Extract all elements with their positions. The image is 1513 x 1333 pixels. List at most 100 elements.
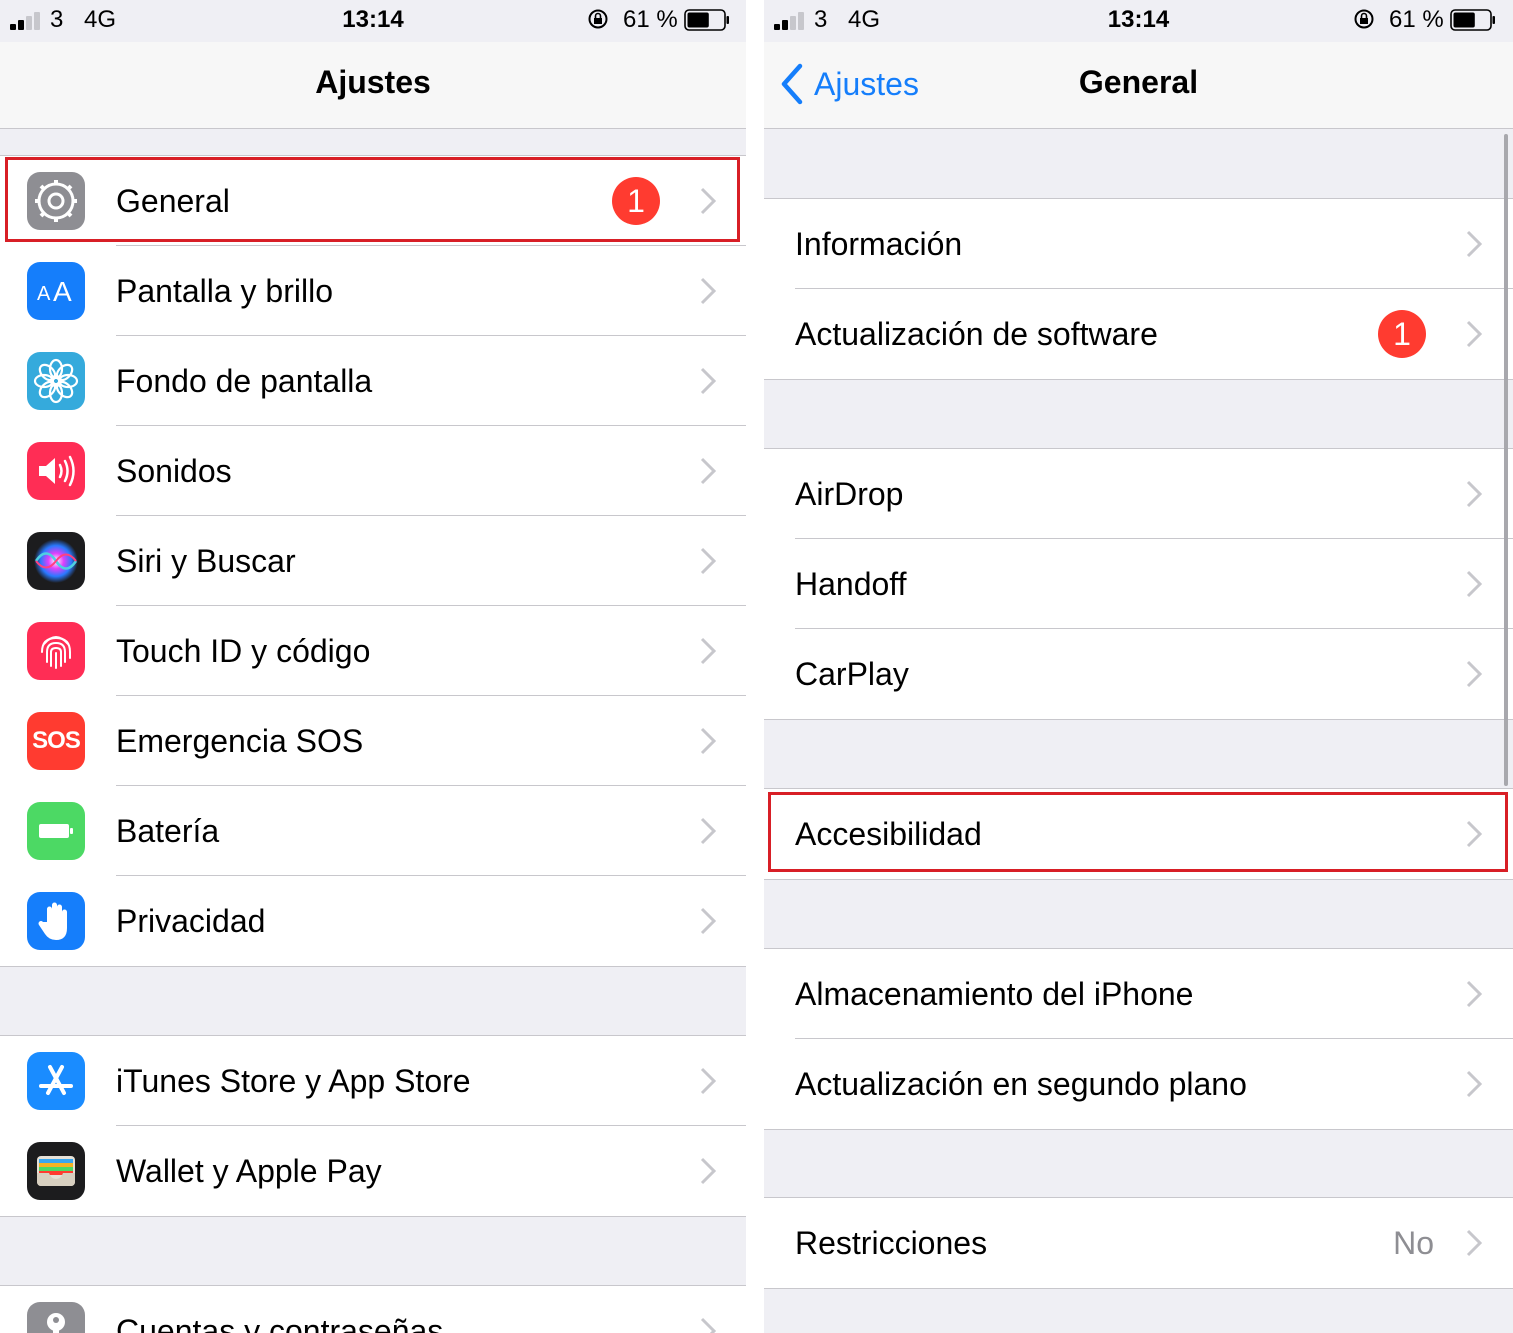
chevron-right-icon — [700, 727, 716, 755]
status-bar: 3 4G 13:14 61 % — [0, 0, 746, 42]
general-row-software-update[interactable]: Actualización de software 1 — [764, 289, 1513, 379]
navigation-bar: Ajustes — [0, 42, 746, 129]
chevron-right-icon — [1466, 570, 1482, 598]
settings-screen: 3 4G 13:14 61 % Ajustes General 1 A A Pa… — [0, 0, 746, 1333]
page-title: General — [1078, 64, 1199, 100]
general-group-accessibility: Accesibilidad — [764, 788, 1513, 880]
chevron-right-icon — [1466, 1229, 1482, 1257]
row-label: Pantalla y brillo — [116, 273, 333, 309]
chevron-right-icon — [700, 277, 716, 305]
chevron-right-icon — [700, 817, 716, 845]
row-label: Información — [795, 226, 963, 262]
general-row-restrictions[interactable]: Restricciones No — [764, 1198, 1513, 1288]
notification-badge: 1 — [1378, 310, 1426, 358]
scrollbar[interactable] — [1504, 134, 1508, 786]
chevron-right-icon — [700, 187, 716, 215]
svg-text:A: A — [53, 276, 72, 307]
settings-row-touch-id[interactable]: Touch ID y código — [0, 606, 746, 696]
display-brightness-icon: AA — [27, 262, 85, 320]
row-label: CarPlay — [795, 656, 909, 692]
orientation-lock-icon — [588, 9, 608, 29]
row-label: Emergencia SOS — [116, 723, 364, 759]
chevron-right-icon — [1466, 820, 1482, 848]
battery-icon — [27, 802, 85, 860]
app-store-icon — [27, 1052, 85, 1110]
hand-privacy-icon — [27, 892, 85, 950]
sos-icon: SOS — [27, 712, 85, 770]
row-label: Fondo de pantalla — [116, 363, 373, 399]
svg-text:A: A — [37, 283, 51, 305]
battery-status-icon — [684, 9, 729, 31]
row-value: No — [1393, 1225, 1434, 1261]
row-label: Almacenamiento del iPhone — [795, 976, 1194, 1012]
row-label: Sonidos — [116, 453, 232, 489]
chevron-right-icon — [1466, 230, 1482, 258]
wallpaper-flower-icon — [27, 352, 85, 410]
settings-row-general[interactable]: General 1 — [0, 156, 746, 246]
general-group-restrictions: Restricciones No — [764, 1197, 1513, 1289]
row-label: Wallet y Apple Pay — [116, 1153, 382, 1189]
orientation-lock-icon — [1354, 9, 1374, 29]
fingerprint-icon — [27, 622, 85, 680]
general-screen: 3 4G 13:14 61 % Ajustes General Informac… — [764, 0, 1513, 1333]
general-row-carplay[interactable]: CarPlay — [764, 629, 1513, 719]
status-bar: 3 4G 13:14 61 % — [764, 0, 1513, 42]
row-label: Privacidad — [116, 903, 266, 939]
row-label: Accesibilidad — [795, 816, 982, 852]
row-label: Siri y Buscar — [116, 543, 296, 579]
settings-row-privacy[interactable]: Privacidad — [0, 876, 746, 966]
settings-row-battery[interactable]: Batería — [0, 786, 746, 876]
battery-percent: 61 % — [623, 6, 678, 33]
battery-percent: 61 % — [1389, 6, 1444, 33]
page-title: Ajustes — [315, 64, 431, 100]
settings-row-wallet[interactable]: Wallet y Apple Pay — [0, 1126, 746, 1216]
row-label: Touch ID y código — [116, 633, 371, 669]
speaker-icon — [27, 442, 85, 500]
chevron-right-icon — [700, 457, 716, 485]
settings-group-stores: iTunes Store y App Store Wallet y Apple … — [0, 1035, 746, 1217]
settings-row-sos[interactable]: SOS Emergencia SOS — [0, 696, 746, 786]
chevron-right-icon — [1466, 1070, 1482, 1098]
wallet-icon — [27, 1142, 85, 1200]
general-row-storage[interactable]: Almacenamiento del iPhone — [764, 949, 1513, 1039]
chevron-right-icon — [700, 1317, 716, 1333]
general-row-info[interactable]: Información — [764, 199, 1513, 289]
key-icon — [27, 1302, 85, 1333]
row-label: Cuentas y contraseñas — [116, 1313, 444, 1333]
general-group-info: Información Actualización de software 1 — [764, 198, 1513, 380]
row-label: AirDrop — [795, 476, 904, 512]
general-group-connectivity: AirDrop Handoff CarPlay — [764, 448, 1513, 720]
row-label: Actualización en segundo plano — [795, 1066, 1247, 1102]
notification-badge: 1 — [612, 177, 660, 225]
settings-row-siri[interactable]: Siri y Buscar — [0, 516, 746, 606]
row-label: Restricciones — [795, 1225, 988, 1261]
settings-row-wallpaper[interactable]: Fondo de pantalla — [0, 336, 746, 426]
chevron-right-icon — [700, 907, 716, 935]
chevron-right-icon — [1466, 320, 1482, 348]
general-row-airdrop[interactable]: AirDrop — [764, 449, 1513, 539]
general-row-background-refresh[interactable]: Actualización en segundo plano — [764, 1039, 1513, 1129]
settings-row-accounts[interactable]: Cuentas y contraseñas — [0, 1286, 746, 1333]
row-label: Handoff — [795, 566, 907, 602]
settings-group-main: General 1 AA Pantalla y brillo Fondo de … — [0, 155, 746, 967]
chevron-right-icon — [1466, 480, 1482, 508]
row-label: Actualización de software — [795, 316, 1158, 352]
settings-row-app-store[interactable]: iTunes Store y App Store — [0, 1036, 746, 1126]
chevron-right-icon — [700, 367, 716, 395]
general-row-handoff[interactable]: Handoff — [764, 539, 1513, 629]
general-row-accessibility[interactable]: Accesibilidad — [764, 789, 1513, 879]
chevron-right-icon — [700, 547, 716, 575]
chevron-right-icon — [1466, 660, 1482, 688]
general-group-storage: Almacenamiento del iPhone Actualización … — [764, 948, 1513, 1130]
siri-icon — [27, 532, 85, 590]
chevron-right-icon — [700, 637, 716, 665]
settings-row-display[interactable]: AA Pantalla y brillo — [0, 246, 746, 336]
settings-row-sounds[interactable]: Sonidos — [0, 426, 746, 516]
chevron-right-icon — [700, 1157, 716, 1185]
gear-icon — [27, 172, 85, 230]
row-label: iTunes Store y App Store — [116, 1063, 471, 1099]
chevron-right-icon — [1466, 980, 1482, 1008]
battery-status-icon — [1450, 9, 1495, 31]
navigation-bar: Ajustes General — [764, 42, 1513, 129]
row-label: General — [116, 183, 230, 219]
